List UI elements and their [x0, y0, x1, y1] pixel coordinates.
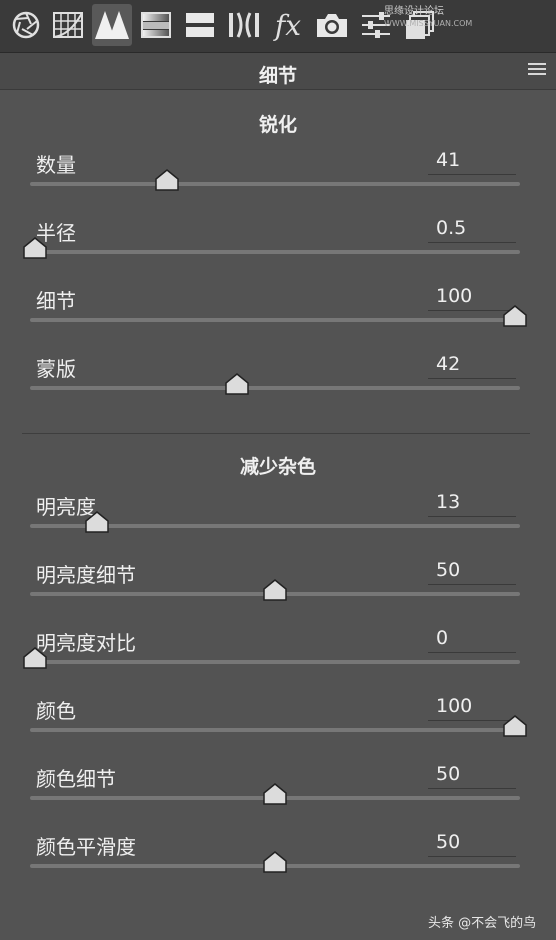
slider-thumb[interactable] — [263, 579, 287, 601]
detail-triangles-icon[interactable] — [92, 4, 132, 46]
camera-icon[interactable] — [312, 4, 352, 46]
slider-label: 颜色平滑度 — [36, 835, 136, 859]
fx-icon[interactable]: fx — [268, 4, 308, 46]
slider-thumb[interactable] — [154, 169, 179, 191]
slider-row: 颜色平滑度 50 — [0, 831, 556, 891]
footer-credit: 头条 @不会飞的鸟 — [428, 916, 537, 931]
slider-thumb[interactable] — [23, 237, 47, 259]
panel-title: 细节 — [258, 65, 297, 87]
hsl-gradient-icon[interactable] — [136, 4, 176, 46]
noise-reduction-section-title: 减少杂色 — [239, 456, 316, 478]
tool-strip: fx 思缘设计论坛 WWW.MISSYUAN.COM — [0, 0, 556, 53]
panel-menu-icon[interactable] — [528, 63, 546, 79]
slider-value-field[interactable]: 41 — [428, 149, 516, 175]
slider-row: 明亮度细节 50 — [0, 559, 556, 619]
slider-value-field[interactable]: 0 — [428, 627, 516, 653]
slider-value-field[interactable]: 42 — [428, 353, 516, 379]
slider-value-field[interactable]: 50 — [428, 763, 516, 789]
aperture-icon[interactable] — [6, 4, 46, 46]
slider-thumb[interactable] — [23, 647, 47, 669]
slider-value-field[interactable]: 50 — [428, 559, 516, 585]
slider-track[interactable] — [23, 237, 520, 259]
slider-label: 颜色 — [36, 699, 76, 723]
slider-track[interactable] — [23, 647, 520, 669]
slider-row: 明亮度 13 — [0, 491, 556, 551]
slider-label: 数量 — [36, 153, 76, 177]
lens-correction-icon[interactable] — [224, 4, 264, 46]
slider-track[interactable] — [30, 715, 527, 737]
slider-label: 细节 — [36, 289, 76, 313]
slider-track[interactable] — [30, 579, 520, 601]
sharpening-section-title: 锐化 — [258, 114, 297, 136]
slider-thumb[interactable] — [224, 373, 249, 395]
slider-label: 明亮度对比 — [36, 631, 136, 655]
slider-thumb[interactable] — [503, 305, 527, 327]
slider-label: 颜色细节 — [36, 767, 116, 791]
slider-row: 颜色细节 50 — [0, 763, 556, 823]
slider-label: 蒙版 — [36, 357, 76, 381]
slider-thumb[interactable] — [503, 715, 527, 737]
slider-row: 数量 41 — [0, 149, 556, 209]
tone-curve-grid-icon[interactable] — [48, 4, 88, 46]
slider-row: 明亮度对比 0 — [0, 627, 556, 687]
slider-track[interactable] — [30, 373, 520, 395]
slider-value-field[interactable]: 0.5 — [428, 217, 516, 243]
slider-track[interactable] — [30, 305, 527, 327]
slider-row: 颜色 100 — [0, 695, 556, 755]
watermark: 思缘设计论坛 WWW.MISSYUAN.COM — [384, 6, 473, 28]
split-toning-icon[interactable] — [180, 4, 220, 46]
slider-value-field[interactable]: 13 — [428, 491, 516, 517]
panel-header: 细节 — [0, 53, 556, 90]
slider-thumb[interactable] — [263, 783, 287, 805]
slider-row: 半径 0.5 — [0, 217, 556, 277]
slider-thumb[interactable] — [263, 851, 287, 873]
slider-thumb[interactable] — [85, 511, 110, 533]
slider-label: 明亮度细节 — [36, 563, 136, 587]
slider-track[interactable] — [30, 851, 520, 873]
section-divider — [22, 433, 530, 434]
slider-row: 蒙版 42 — [0, 353, 556, 413]
slider-track[interactable] — [30, 511, 520, 533]
slider-value-field[interactable]: 50 — [428, 831, 516, 857]
slider-track[interactable] — [30, 783, 520, 805]
slider-track[interactable] — [30, 169, 520, 191]
slider-row: 细节 100 — [0, 285, 556, 345]
